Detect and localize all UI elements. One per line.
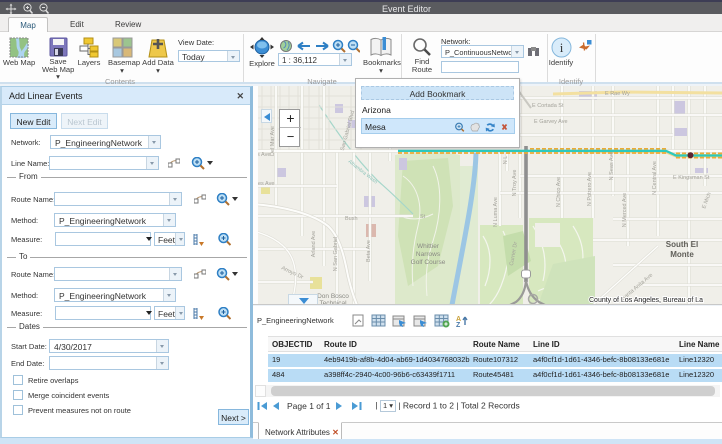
svg-text:Golf Course: Golf Course xyxy=(411,259,446,266)
svg-text:Del Mar Ave: Del Mar Ave xyxy=(270,126,276,156)
svg-text:N Potrero Ave: N Potrero Ave xyxy=(587,172,593,206)
svg-text:Arland Ave: Arland Ave xyxy=(311,231,317,258)
svg-text:Page 1 of 1: Page 1 of 1 xyxy=(287,401,331,411)
svg-text:N Central Ave: N Central Ave xyxy=(652,161,658,195)
svg-text:N San Gabriel: N San Gabriel xyxy=(333,237,339,272)
svg-text:N L: N L xyxy=(503,156,509,165)
svg-text:E Garvey Ave: E Garvey Ave xyxy=(534,119,568,125)
svg-text:St: St xyxy=(420,214,426,220)
svg-text:N Luma Ave: N Luma Ave xyxy=(493,197,499,227)
svg-text:E Rae Wy: E Rae Wy xyxy=(605,91,630,97)
svg-text:Bush: Bush xyxy=(345,216,358,222)
svg-text:Technical: Technical xyxy=(319,300,347,305)
svg-text:Beta Ave: Beta Ave xyxy=(366,240,372,262)
svg-text:Monte: Monte xyxy=(670,250,694,259)
svg-text:Narrows: Narrows xyxy=(416,251,441,258)
svg-text:N Chico Ave: N Chico Ave xyxy=(556,177,562,207)
svg-text:E Kingsman St: E Kingsman St xyxy=(673,175,710,181)
svg-text:i: i xyxy=(559,40,563,55)
svg-text:Whittier: Whittier xyxy=(417,243,440,250)
svg-text:County of Los Angeles, Bureau: County of Los Angeles, Bureau of La xyxy=(589,297,703,304)
svg-text:N Troy Ave: N Troy Ave xyxy=(512,170,518,197)
svg-text:N Merced Ave: N Merced Ave xyxy=(622,193,628,227)
svg-text:Don Bosco: Don Bosco xyxy=(317,293,349,300)
svg-text:N Seas Ave: N Seas Ave xyxy=(609,152,615,181)
svg-text:South El: South El xyxy=(666,240,698,249)
svg-text:Z: Z xyxy=(456,322,461,328)
svg-text:E Cortada St: E Cortada St xyxy=(532,103,564,109)
